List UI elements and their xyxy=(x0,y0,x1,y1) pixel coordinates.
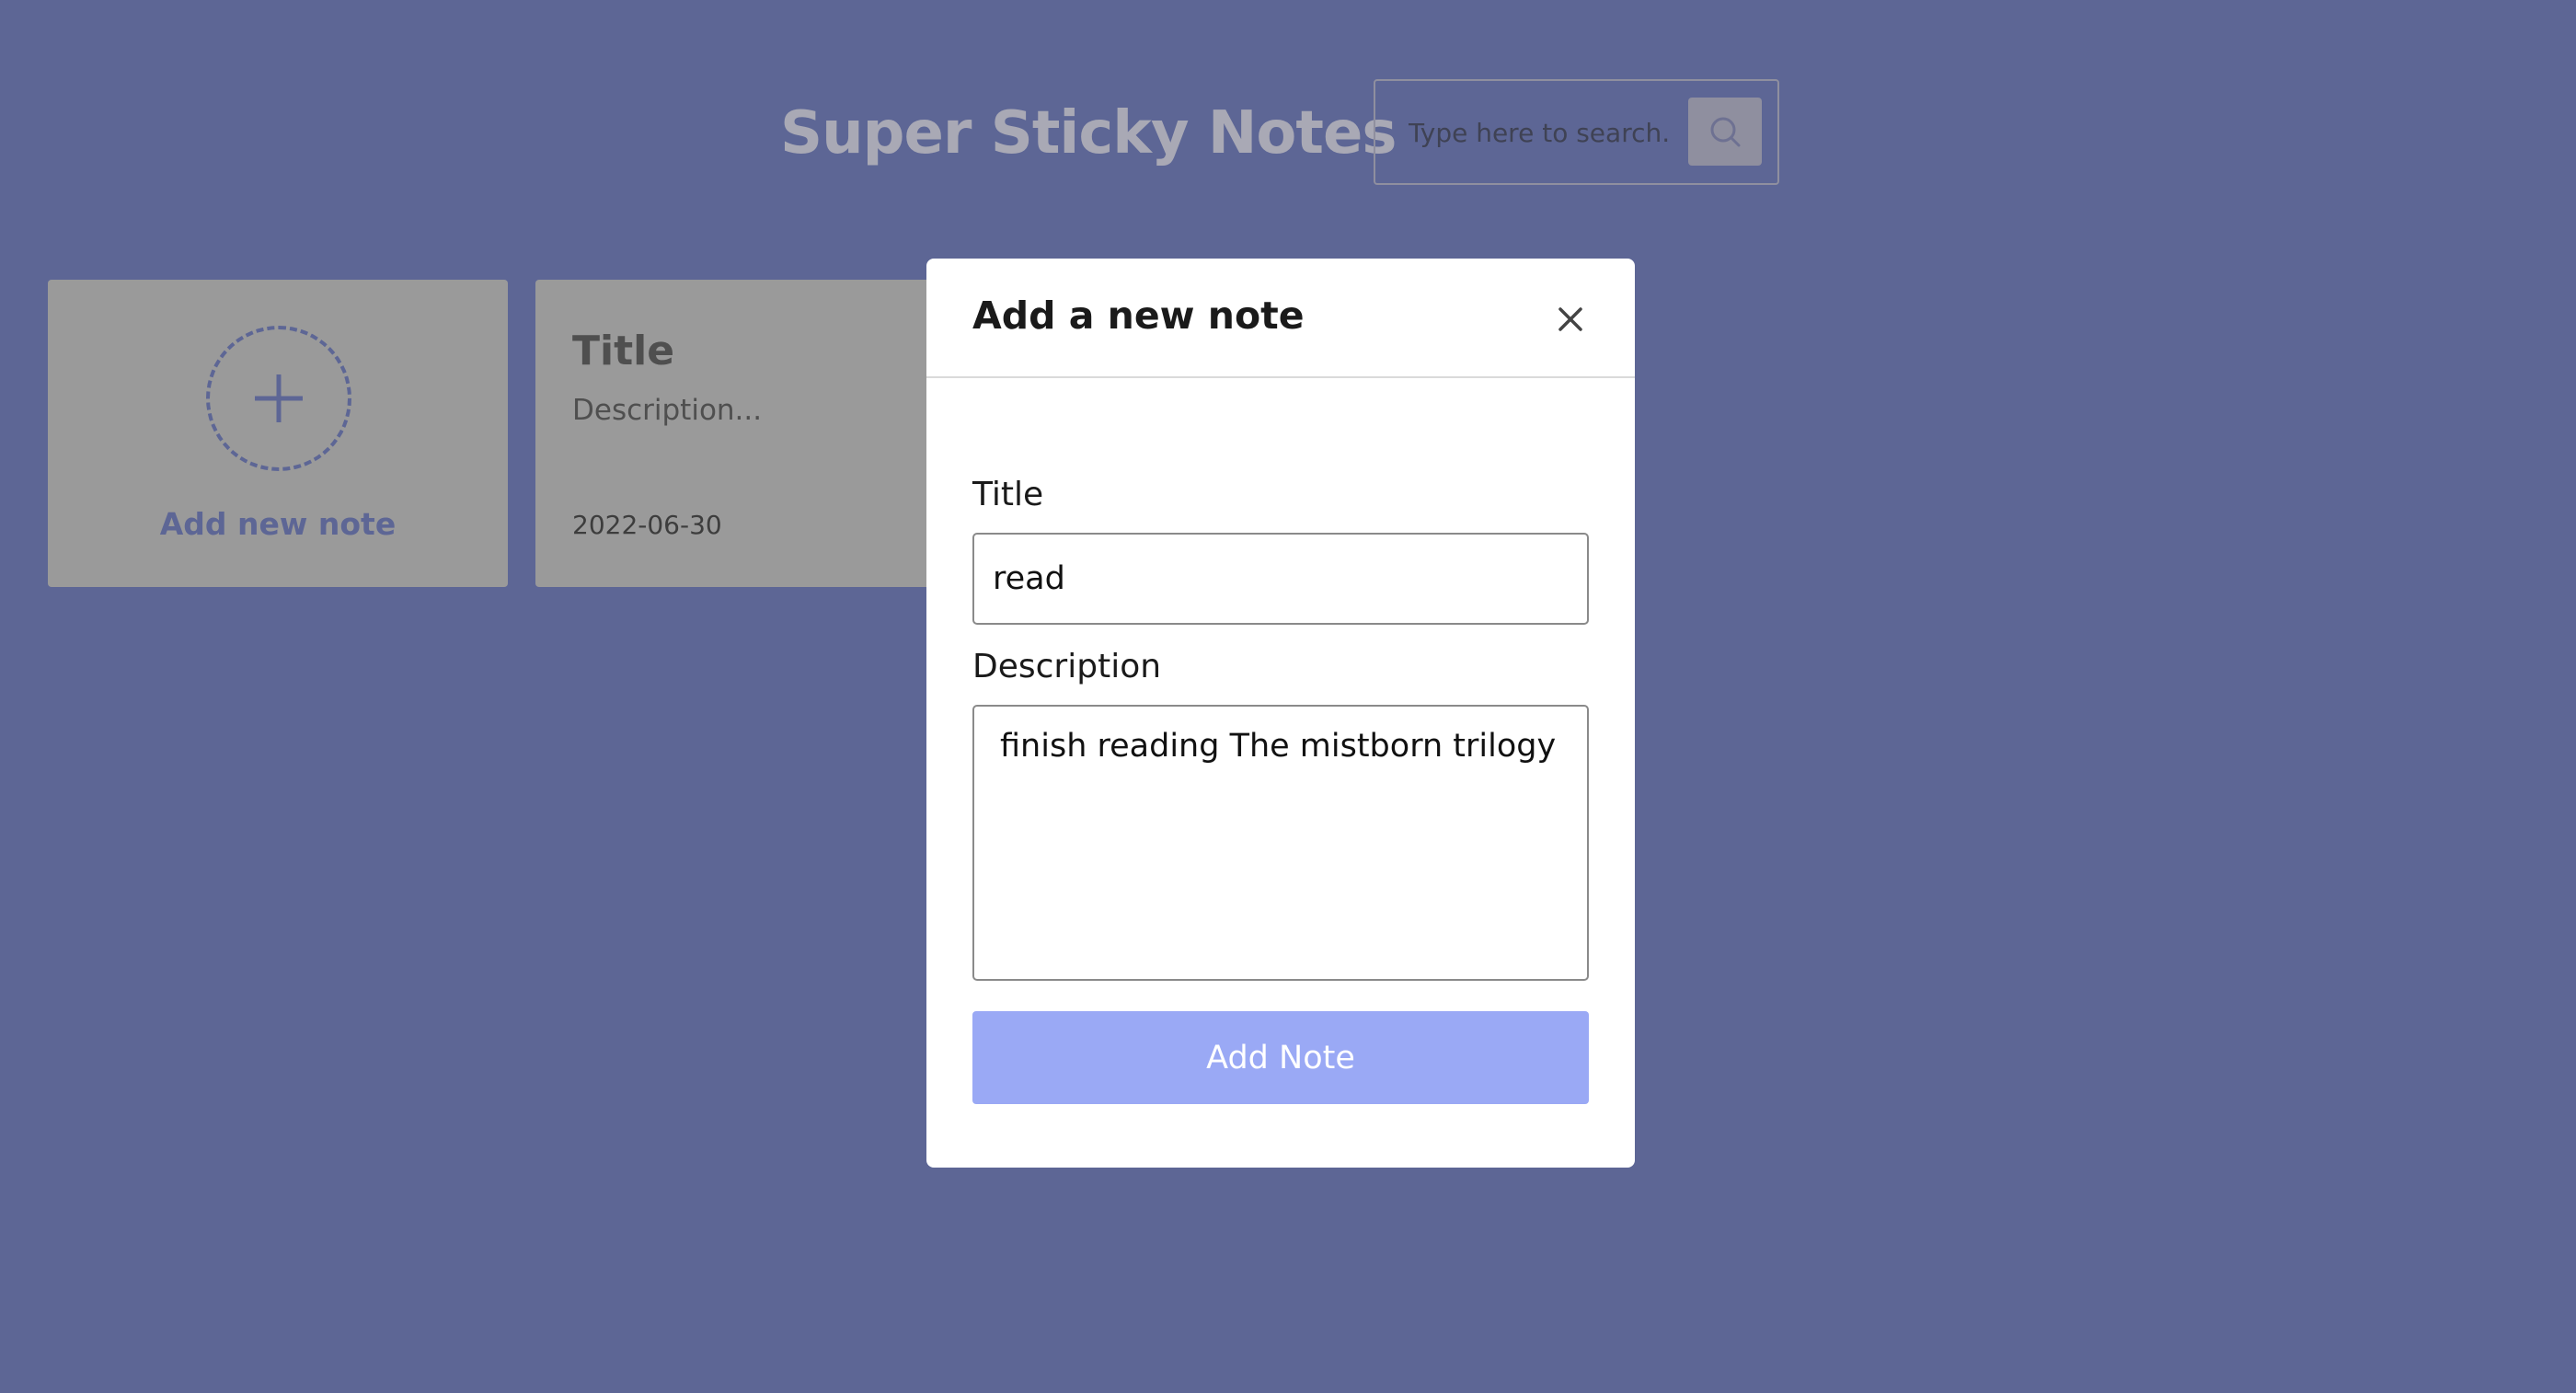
title-input[interactable] xyxy=(972,533,1589,625)
modal-title: Add a new note xyxy=(972,294,1305,338)
note-description: Description... xyxy=(572,394,763,427)
add-note-modal: Add a new note Title Description finish … xyxy=(926,259,1635,1168)
close-icon xyxy=(1558,307,1582,331)
search-input[interactable] xyxy=(1409,105,1703,160)
app-title: Super Sticky Notes xyxy=(780,99,1397,167)
note-title: Title xyxy=(572,328,675,374)
add-note-label: Add new note xyxy=(159,506,397,542)
search-button[interactable] xyxy=(1688,98,1762,166)
add-note-button[interactable]: Add Note xyxy=(972,1011,1589,1104)
note-card[interactable]: Title Description... 2022-06-30 xyxy=(535,280,931,587)
title-label: Title xyxy=(972,476,1044,513)
note-date: 2022-06-30 xyxy=(572,510,722,540)
description-label: Description xyxy=(972,648,1162,685)
add-note-circle[interactable] xyxy=(206,326,351,471)
search-bar xyxy=(1374,79,1779,185)
add-note-card[interactable]: Add new note xyxy=(48,280,508,587)
close-button[interactable] xyxy=(1545,294,1596,345)
description-input[interactable]: finish reading The mistborn trilogy xyxy=(972,705,1589,981)
plus-icon xyxy=(255,374,303,422)
search-icon xyxy=(1710,117,1741,147)
modal-header: Add a new note xyxy=(926,259,1635,378)
